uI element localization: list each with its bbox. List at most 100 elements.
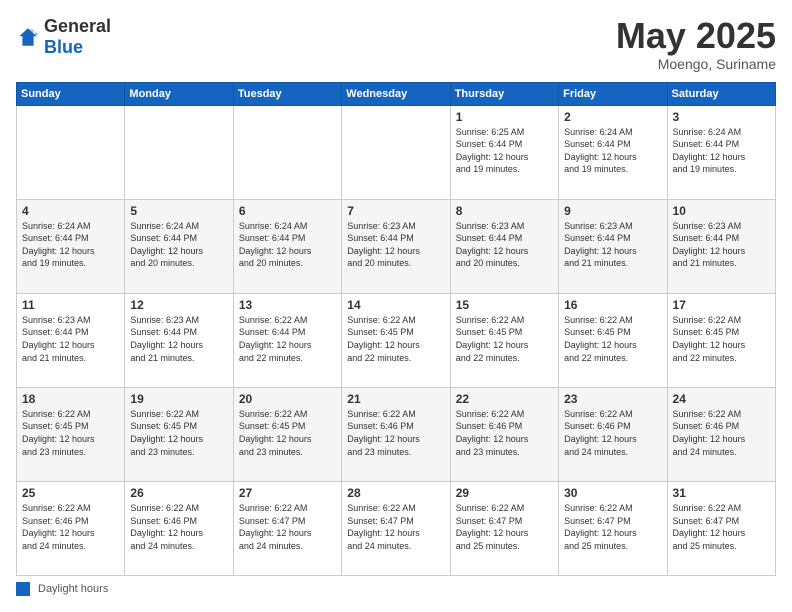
calendar-cell: 13 Sunrise: 6:22 AM Sunset: 6:44 PM Dayli… bbox=[233, 293, 341, 387]
day-number: 22 bbox=[456, 392, 553, 406]
day-number: 21 bbox=[347, 392, 444, 406]
calendar-cell: 28Sunrise: 6:22 AM Sunset: 6:47 PM Dayli… bbox=[342, 481, 450, 575]
day-info: Sunrise: 6:22 AM Sunset: 6:44 PM Dayligh… bbox=[239, 314, 336, 364]
calendar-cell: 15Sunrise: 6:22 AM Sunset: 6:45 PM Dayli… bbox=[450, 293, 558, 387]
day-info: Sunrise: 6:22 AM Sunset: 6:47 PM Dayligh… bbox=[239, 502, 336, 552]
calendar-cell: 2Sunrise: 6:24 AM Sunset: 6:44 PM Daylig… bbox=[559, 105, 667, 199]
day-info: Sunrise: 6:22 AM Sunset: 6:47 PM Dayligh… bbox=[673, 502, 770, 552]
day-info: Sunrise: 6:23 AM Sunset: 6:44 PM Dayligh… bbox=[347, 220, 444, 270]
day-number: 12 bbox=[130, 298, 227, 312]
day-info: Sunrise: 6:25 AM Sunset: 6:44 PM Dayligh… bbox=[456, 126, 553, 176]
day-info: Sunrise: 6:24 AM Sunset: 6:44 PM Dayligh… bbox=[564, 126, 661, 176]
calendar-cell: 30 Sunrise: 6:22 AM Sunset: 6:47 PM Dayli… bbox=[559, 481, 667, 575]
calendar-cell: 11 Sunrise: 6:23 AM Sunset: 6:44 PM Dayli… bbox=[17, 293, 125, 387]
calendar-cell: 10 Sunrise: 6:23 AM Sunset: 6:44 PM Dayli… bbox=[667, 199, 775, 293]
calendar-week-5: 25 Sunrise: 6:22 AM Sunset: 6:46 PM Dayli… bbox=[17, 481, 776, 575]
day-info: Sunrise: 6:22 AM Sunset: 6:46 PM Dayligh… bbox=[456, 408, 553, 458]
day-number: 6 bbox=[239, 204, 336, 218]
day-info: Sunrise: 6:22 AM Sunset: 6:46 PM Dayligh… bbox=[22, 502, 119, 552]
day-info: Sunrise: 6:23 AM Sunset: 6:44 PM Dayligh… bbox=[456, 220, 553, 270]
day-number: 10 bbox=[673, 204, 770, 218]
calendar-table: SundayMondayTuesdayWednesdayThursdayFrid… bbox=[16, 82, 776, 576]
day-info: Sunrise: 6:23 AM Sunset: 6:44 PM Dayligh… bbox=[673, 220, 770, 270]
calendar-cell: 29 Sunrise: 6:22 AM Sunset: 6:47 PM Dayli… bbox=[450, 481, 558, 575]
title-block: May 2025 Moengo, Suriname bbox=[616, 16, 776, 72]
calendar-cell: 24 Sunrise: 6:22 AM Sunset: 6:46 PM Dayli… bbox=[667, 387, 775, 481]
day-info: Sunrise: 6:22 AM Sunset: 6:47 PM Dayligh… bbox=[564, 502, 661, 552]
day-header-sunday: Sunday bbox=[17, 82, 125, 105]
calendar-cell bbox=[125, 105, 233, 199]
calendar-cell: 3Sunrise: 6:24 AM Sunset: 6:44 PM Daylig… bbox=[667, 105, 775, 199]
day-info: Sunrise: 6:22 AM Sunset: 6:45 PM Dayligh… bbox=[673, 314, 770, 364]
day-number: 13 bbox=[239, 298, 336, 312]
day-number: 4 bbox=[22, 204, 119, 218]
day-info: Sunrise: 6:22 AM Sunset: 6:45 PM Dayligh… bbox=[456, 314, 553, 364]
day-info: Sunrise: 6:24 AM Sunset: 6:44 PM Dayligh… bbox=[130, 220, 227, 270]
calendar-cell: 17 Sunrise: 6:22 AM Sunset: 6:45 PM Dayli… bbox=[667, 293, 775, 387]
day-info: Sunrise: 6:24 AM Sunset: 6:44 PM Dayligh… bbox=[22, 220, 119, 270]
calendar-cell: 4 Sunrise: 6:24 AM Sunset: 6:44 PM Daylig… bbox=[17, 199, 125, 293]
calendar-cell: 8 Sunrise: 6:23 AM Sunset: 6:44 PM Daylig… bbox=[450, 199, 558, 293]
day-number: 5 bbox=[130, 204, 227, 218]
day-number: 25 bbox=[22, 486, 119, 500]
day-number: 27 bbox=[239, 486, 336, 500]
calendar-cell: 31 Sunrise: 6:22 AM Sunset: 6:47 PM Dayli… bbox=[667, 481, 775, 575]
calendar-cell: 9Sunrise: 6:23 AM Sunset: 6:44 PM Daylig… bbox=[559, 199, 667, 293]
day-number: 17 bbox=[673, 298, 770, 312]
calendar-cell: 19 Sunrise: 6:22 AM Sunset: 6:45 PM Dayli… bbox=[125, 387, 233, 481]
day-info: Sunrise: 6:24 AM Sunset: 6:44 PM Dayligh… bbox=[239, 220, 336, 270]
day-info: Sunrise: 6:22 AM Sunset: 6:45 PM Dayligh… bbox=[130, 408, 227, 458]
day-number: 11 bbox=[22, 298, 119, 312]
day-info: Sunrise: 6:22 AM Sunset: 6:46 PM Dayligh… bbox=[564, 408, 661, 458]
calendar-cell: 22 Sunrise: 6:22 AM Sunset: 6:46 PM Dayli… bbox=[450, 387, 558, 481]
calendar-cell: 7Sunrise: 6:23 AM Sunset: 6:44 PM Daylig… bbox=[342, 199, 450, 293]
day-number: 14 bbox=[347, 298, 444, 312]
calendar-cell: 18Sunrise: 6:22 AM Sunset: 6:45 PM Dayli… bbox=[17, 387, 125, 481]
logo-general: General bbox=[44, 16, 111, 36]
day-number: 24 bbox=[673, 392, 770, 406]
day-info: Sunrise: 6:22 AM Sunset: 6:47 PM Dayligh… bbox=[347, 502, 444, 552]
calendar-cell: 14Sunrise: 6:22 AM Sunset: 6:45 PM Dayli… bbox=[342, 293, 450, 387]
day-info: Sunrise: 6:23 AM Sunset: 6:44 PM Dayligh… bbox=[130, 314, 227, 364]
day-number: 8 bbox=[456, 204, 553, 218]
calendar-cell bbox=[342, 105, 450, 199]
calendar-week-2: 4 Sunrise: 6:24 AM Sunset: 6:44 PM Daylig… bbox=[17, 199, 776, 293]
day-number: 23 bbox=[564, 392, 661, 406]
day-header-friday: Friday bbox=[559, 82, 667, 105]
day-header-wednesday: Wednesday bbox=[342, 82, 450, 105]
calendar-cell: 25 Sunrise: 6:22 AM Sunset: 6:46 PM Dayli… bbox=[17, 481, 125, 575]
day-number: 30 bbox=[564, 486, 661, 500]
calendar-cell: 6 Sunrise: 6:24 AM Sunset: 6:44 PM Daylig… bbox=[233, 199, 341, 293]
day-header-thursday: Thursday bbox=[450, 82, 558, 105]
logo-icon bbox=[16, 25, 40, 49]
calendar-cell: 1 Sunrise: 6:25 AM Sunset: 6:44 PM Daylig… bbox=[450, 105, 558, 199]
day-number: 3 bbox=[673, 110, 770, 124]
day-info: Sunrise: 6:22 AM Sunset: 6:46 PM Dayligh… bbox=[673, 408, 770, 458]
day-info: Sunrise: 6:23 AM Sunset: 6:44 PM Dayligh… bbox=[22, 314, 119, 364]
calendar-cell: 23 Sunrise: 6:22 AM Sunset: 6:46 PM Dayli… bbox=[559, 387, 667, 481]
calendar-cell: 26Sunrise: 6:22 AM Sunset: 6:46 PM Dayli… bbox=[125, 481, 233, 575]
day-number: 1 bbox=[456, 110, 553, 124]
calendar-cell: 16Sunrise: 6:22 AM Sunset: 6:45 PM Dayli… bbox=[559, 293, 667, 387]
calendar-cell: 5 Sunrise: 6:24 AM Sunset: 6:44 PM Daylig… bbox=[125, 199, 233, 293]
calendar-cell bbox=[17, 105, 125, 199]
day-header-tuesday: Tuesday bbox=[233, 82, 341, 105]
day-number: 20 bbox=[239, 392, 336, 406]
calendar-cell: 20Sunrise: 6:22 AM Sunset: 6:45 PM Dayli… bbox=[233, 387, 341, 481]
footer: Daylight hours bbox=[16, 582, 776, 596]
day-info: Sunrise: 6:22 AM Sunset: 6:47 PM Dayligh… bbox=[456, 502, 553, 552]
calendar-week-1: 1 Sunrise: 6:25 AM Sunset: 6:44 PM Daylig… bbox=[17, 105, 776, 199]
day-info: Sunrise: 6:22 AM Sunset: 6:46 PM Dayligh… bbox=[347, 408, 444, 458]
logo-blue: Blue bbox=[44, 37, 83, 57]
calendar-cell: 21 Sunrise: 6:22 AM Sunset: 6:46 PM Dayli… bbox=[342, 387, 450, 481]
day-number: 31 bbox=[673, 486, 770, 500]
day-number: 29 bbox=[456, 486, 553, 500]
day-header-saturday: Saturday bbox=[667, 82, 775, 105]
daylight-color-box bbox=[16, 582, 30, 596]
page: General Blue May 2025 Moengo, Suriname S… bbox=[0, 0, 792, 612]
day-info: Sunrise: 6:22 AM Sunset: 6:45 PM Dayligh… bbox=[22, 408, 119, 458]
day-number: 19 bbox=[130, 392, 227, 406]
calendar-week-4: 18Sunrise: 6:22 AM Sunset: 6:45 PM Dayli… bbox=[17, 387, 776, 481]
day-number: 16 bbox=[564, 298, 661, 312]
calendar-cell: 27 Sunrise: 6:22 AM Sunset: 6:47 PM Dayli… bbox=[233, 481, 341, 575]
